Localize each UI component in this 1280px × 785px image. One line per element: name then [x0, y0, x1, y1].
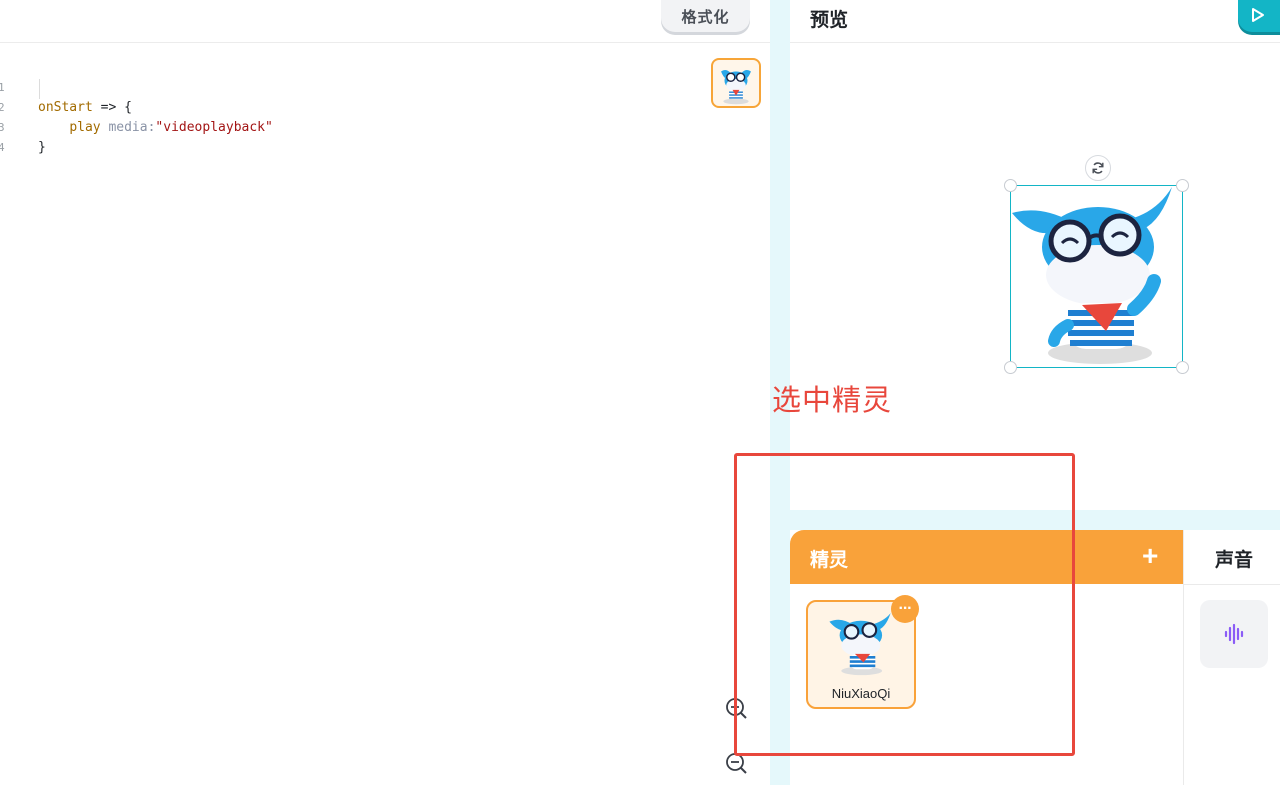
code-line: 3 } [0, 98, 47, 155]
play-icon [1252, 8, 1264, 22]
mascot-icon [721, 70, 751, 105]
refresh-icon [1092, 162, 1104, 174]
code-token-plain: => { [92, 100, 132, 115]
stage-sprite[interactable] [1004, 155, 1189, 374]
format-button[interactable]: 格式化 [661, 0, 750, 32]
more-icon: ··· [898, 600, 913, 617]
preview-panel: 预览 [790, 0, 1280, 510]
rotate-handle[interactable] [1085, 155, 1111, 181]
panel-gap [790, 510, 1280, 530]
mascot-icon [829, 613, 891, 676]
annotation-label: 选中精灵 [772, 385, 893, 417]
sprites-panel: 精灵 + NiuXiaoQi [790, 530, 1183, 785]
code-token-command: play [69, 120, 101, 135]
sounds-panel: 声音 [1183, 530, 1280, 785]
code-token-attribute: media: [108, 120, 156, 135]
sprites-title: 精灵 [810, 550, 849, 571]
zoom-out-button[interactable] [724, 751, 748, 775]
code-editor[interactable]: 格式化 1 onStart => { 2 play media:"videopl… [0, 0, 770, 785]
line-number: 4 [0, 141, 5, 154]
code-token-string: "videoplayback" [155, 120, 273, 135]
preview-header: 预览 [790, 0, 1280, 43]
preview-title: 预览 [810, 10, 849, 31]
sound-wave-icon [1224, 623, 1244, 645]
zoom-in-button[interactable] [724, 696, 748, 720]
resize-handle[interactable] [1004, 361, 1017, 374]
code-line: 4 [0, 118, 47, 154]
resize-handle[interactable] [1176, 179, 1189, 192]
editor-toolbar: 格式化 [0, 0, 770, 43]
selection-box [1010, 185, 1183, 368]
zoom-in-icon [726, 698, 747, 719]
indent-guide [39, 79, 40, 99]
resize-handle[interactable] [1004, 179, 1017, 192]
code-line: 1 onStart => { [0, 58, 132, 115]
sprite-name: NiuXiaoQi [831, 686, 891, 701]
editor-sprite-thumbnail[interactable] [711, 58, 761, 108]
sprites-header: 精灵 + [790, 530, 1183, 584]
sprite-more-button[interactable]: ··· [891, 595, 919, 623]
sounds-header: 声音 [1184, 530, 1280, 585]
add-sprite-button[interactable]: + [1142, 542, 1158, 570]
sound-card[interactable] [1200, 600, 1268, 668]
resize-handle[interactable] [1176, 361, 1189, 374]
sounds-title: 声音 [1215, 550, 1254, 571]
run-button[interactable] [1238, 0, 1280, 32]
zoom-out-icon [726, 753, 747, 774]
